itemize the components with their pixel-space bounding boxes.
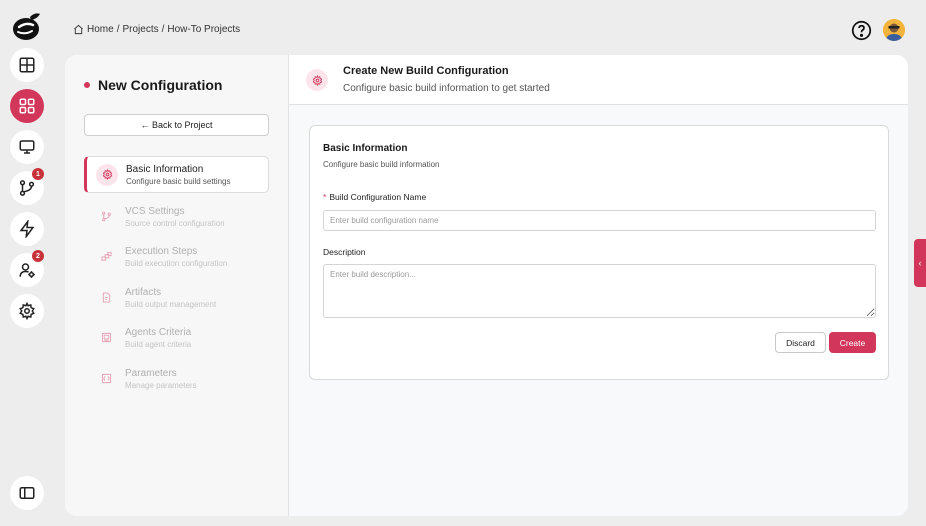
- lightning-icon: [19, 220, 35, 238]
- step-parameters[interactable]: Parameters Manage parameters: [84, 360, 269, 397]
- step-agents-criteria[interactable]: Agents Criteria Build agent criteria: [84, 319, 269, 356]
- name-field-label: * Build Configuration Name: [323, 192, 426, 202]
- git-badge: 1: [32, 168, 44, 180]
- step-label: Parameters: [125, 367, 177, 379]
- rail-sidebar-toggle-button[interactable]: [10, 476, 44, 510]
- user-avatar-icon: [883, 19, 905, 41]
- basic-info-card: Basic Information Configure basic build …: [309, 125, 889, 380]
- step-sub: Source control configuration: [125, 218, 225, 228]
- step-label: VCS Settings: [125, 205, 185, 217]
- user-settings-icon: [19, 263, 35, 278]
- avatar[interactable]: [883, 19, 905, 41]
- breadcrumb-separator: /: [161, 24, 165, 35]
- step-sub: Manage parameters: [125, 380, 197, 390]
- step-icon: [95, 368, 117, 390]
- step-icon: [96, 163, 118, 186]
- page-title: Create New Build Configuration: [343, 65, 509, 77]
- side-panel-toggle[interactable]: ‹: [914, 239, 926, 287]
- header-icon: [306, 69, 328, 91]
- rail-user-settings-button[interactable]: 2: [10, 250, 44, 287]
- rail-lightning-button[interactable]: [10, 212, 44, 246]
- config-steps-panel: New Configuration ← Back to Project Basi…: [65, 55, 289, 516]
- rail-layout-button[interactable]: [10, 48, 44, 82]
- apps-grid-icon: [19, 98, 35, 114]
- step-icon: [95, 206, 117, 228]
- rail-monitor-button[interactable]: [10, 130, 44, 164]
- breadcrumb-separator: /: [116, 24, 120, 35]
- panel-title: New Configuration: [84, 77, 222, 93]
- page-subtitle: Configure basic build information to get…: [343, 83, 550, 94]
- name-label-text: Build Configuration Name: [329, 192, 427, 202]
- form-body: Basic Information Configure basic build …: [289, 105, 908, 516]
- form-header: Create New Build Configuration Configure…: [289, 55, 908, 105]
- breadcrumb-current: How-To Projects: [167, 24, 241, 35]
- step-execution-steps[interactable]: Execution Steps Build execution configur…: [84, 238, 269, 275]
- steps-icon: [100, 251, 112, 261]
- step-sub: Configure basic build settings: [126, 176, 231, 186]
- home-icon[interactable]: [73, 24, 84, 35]
- step-vcs-settings[interactable]: VCS Settings Source control configuratio…: [84, 198, 269, 235]
- breadcrumb: Home / Projects / How-To Projects: [73, 24, 240, 35]
- step-icon: [95, 287, 117, 309]
- parameters-icon: [101, 373, 111, 384]
- step-label: Agents Criteria: [125, 326, 192, 338]
- gear-icon: [102, 169, 112, 180]
- step-sub: Build output management: [125, 299, 217, 309]
- card-title: Basic Information: [323, 143, 408, 154]
- discard-button[interactable]: Discard: [775, 332, 826, 353]
- rail-git-button[interactable]: 1: [10, 168, 44, 205]
- description-textarea[interactable]: [323, 264, 876, 318]
- gear-icon: [312, 74, 322, 86]
- required-mark: *: [323, 192, 327, 202]
- back-to-project-button[interactable]: ← Back to Project: [84, 114, 269, 136]
- rail-apps-button[interactable]: [10, 89, 44, 123]
- step-sub: Build execution configuration: [125, 258, 228, 268]
- main-panel: New Configuration ← Back to Project Basi…: [65, 55, 908, 516]
- card-subtitle: Configure basic build information: [323, 160, 440, 169]
- app-logo-icon[interactable]: [11, 10, 43, 42]
- git-branch-icon: [101, 211, 111, 222]
- step-basic-information[interactable]: Basic Information Configure basic build …: [84, 156, 269, 193]
- file-icon: [102, 292, 110, 303]
- step-sub: Build agent criteria: [125, 339, 192, 349]
- description-field-label: Description: [323, 247, 366, 257]
- rail-settings-button[interactable]: [10, 294, 44, 328]
- step-label: Execution Steps: [125, 245, 198, 257]
- step-icon: [95, 327, 117, 349]
- breadcrumb-home[interactable]: Home: [87, 24, 114, 35]
- app-rail: 1 2: [0, 0, 54, 526]
- step-artifacts[interactable]: Artifacts Build output management: [84, 279, 269, 316]
- step-label: Basic Information: [126, 163, 204, 175]
- create-button[interactable]: Create: [829, 332, 876, 353]
- status-dot: [84, 82, 90, 88]
- help-icon[interactable]: [851, 20, 872, 41]
- breadcrumb-projects[interactable]: Projects: [122, 24, 158, 35]
- chevron-left-icon: ‹: [918, 258, 922, 268]
- agent-icon: [101, 332, 111, 343]
- build-config-name-input[interactable]: [323, 210, 876, 231]
- monitor-icon: [19, 140, 35, 154]
- step-icon: [95, 246, 117, 268]
- panel-title-text: New Configuration: [98, 77, 223, 93]
- gear-icon: [19, 302, 35, 320]
- sidebar-toggle-icon: [19, 487, 35, 499]
- git-branch-icon: [19, 180, 35, 196]
- layout-icon: [19, 57, 35, 73]
- user-badge: 2: [32, 250, 44, 262]
- step-label: Artifacts: [125, 286, 162, 298]
